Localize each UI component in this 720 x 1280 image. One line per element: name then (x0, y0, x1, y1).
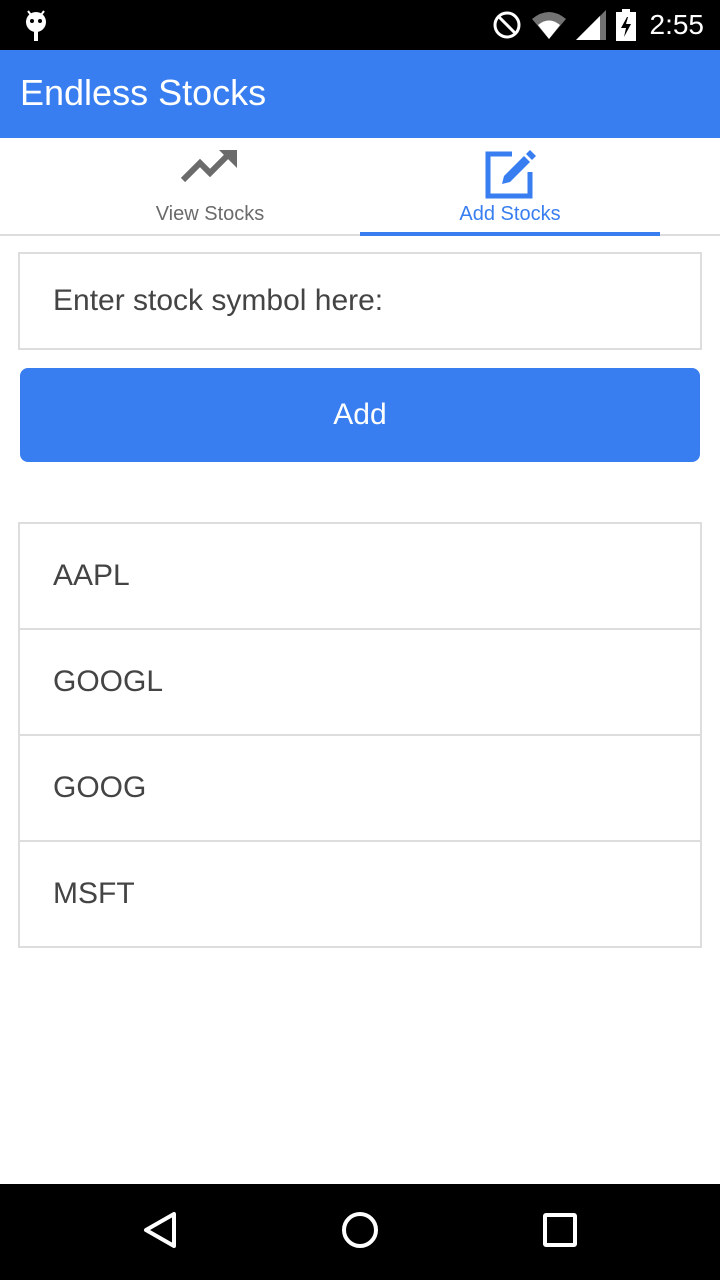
back-icon (140, 1210, 180, 1255)
tab-view-stocks[interactable]: View Stocks (60, 138, 360, 236)
android-debug-icon (22, 8, 50, 47)
stock-list-item[interactable]: MSFT (20, 842, 700, 946)
stock-list: AAPL GOOGL GOOG MSFT (18, 522, 702, 948)
add-button[interactable]: Add (20, 368, 700, 462)
tab-add-stocks-label: Add Stocks (459, 203, 561, 225)
tab-selected-indicator (360, 232, 660, 236)
do-not-disturb-icon (492, 10, 532, 40)
stock-symbol-input[interactable] (20, 254, 700, 348)
recents-icon (542, 1212, 578, 1253)
tab-bar: View Stocks Add Stocks (0, 138, 720, 236)
app-title: Endless Stocks (20, 72, 267, 113)
tab-add-stocks[interactable]: Add Stocks (360, 138, 660, 236)
cell-signal-icon (575, 10, 616, 40)
battery-charging-icon (615, 9, 646, 41)
stock-list-item[interactable]: AAPL (20, 524, 700, 630)
system-nav-bar (0, 1184, 720, 1280)
status-clock: 2:55 (649, 9, 705, 40)
trending-up-icon (180, 148, 239, 189)
tab-view-stocks-label: View Stocks (155, 203, 265, 225)
home-button[interactable] (300, 1184, 420, 1280)
stock-symbol-field-container (18, 252, 702, 350)
wifi-icon (531, 11, 576, 39)
recents-button[interactable] (500, 1184, 620, 1280)
back-button[interactable] (100, 1184, 220, 1280)
stock-list-item[interactable]: GOOG (20, 736, 700, 842)
app-bar: Endless Stocks (0, 50, 720, 138)
home-icon (340, 1210, 380, 1255)
stock-list-item[interactable]: GOOGL (20, 630, 700, 736)
edit-icon (484, 148, 536, 205)
status-bar: 2:55 (0, 0, 720, 50)
